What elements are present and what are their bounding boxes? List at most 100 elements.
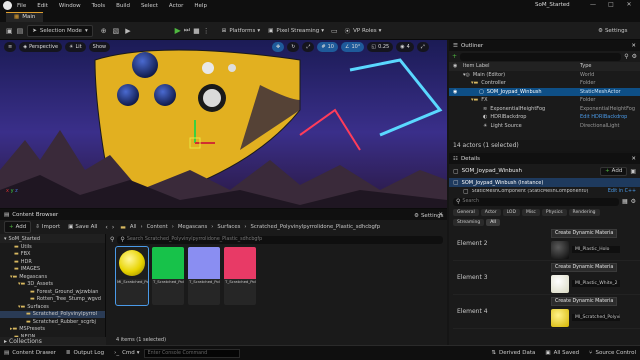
monitor-icon[interactable]: ▭ xyxy=(331,27,338,35)
grid-view-icon[interactable]: ▦ xyxy=(622,198,628,205)
breadcrumb-item[interactable]: Surfaces xyxy=(217,224,240,230)
settings-button[interactable]: ⚙ Settings xyxy=(594,25,632,37)
transform-mode-group[interactable]: ✥ xyxy=(272,42,285,52)
outliner-row[interactable]: ≋ ExponentialHeightFog ExponentialHeight… xyxy=(449,105,640,114)
blueprint-icon[interactable]: ▧ xyxy=(113,27,120,35)
tree-item-selected[interactable]: ▬ Scratched_Polyvinylpyrrol xyxy=(0,310,105,318)
asset-tile[interactable]: T_Scratched_Polyvinylpyrrol..._Plastic..… xyxy=(224,247,256,305)
tree-item[interactable]: ▾▬ Megascans xyxy=(0,273,105,281)
asset-tile[interactable]: MI_Scratched_Polyvinylpyrrol... xyxy=(115,246,149,306)
breadcrumb-item[interactable]: All xyxy=(130,224,137,230)
material-picker[interactable]: MI_Plastic_White_2 xyxy=(572,280,620,287)
unreal-logo-icon[interactable] xyxy=(3,1,12,10)
add-icon[interactable]: + xyxy=(452,53,457,60)
asset-tile[interactable]: T_Scratched_Polyvinylpyrrol..._Plastic..… xyxy=(152,247,184,305)
tree-item[interactable]: ▬ Scratched_Rubber_scgrbj xyxy=(0,318,105,326)
menu-window[interactable]: Window xyxy=(59,3,81,9)
menu-help[interactable]: Help xyxy=(194,3,207,9)
filter-general[interactable]: General xyxy=(453,208,479,216)
create-dynamic-material-button[interactable]: Create Dynamic Materia xyxy=(551,262,618,272)
material-thumbnail[interactable] xyxy=(551,240,569,259)
grid-snap-button[interactable]: # 10 xyxy=(317,42,338,52)
close-icon[interactable]: ✕ xyxy=(620,1,638,8)
outliner-search-input[interactable] xyxy=(460,52,622,61)
menu-actor[interactable]: Actor xyxy=(169,3,183,9)
filter-lod[interactable]: LOD xyxy=(502,208,520,216)
asset-tile[interactable]: T_Scratched_Polyvinylpyrrol..._Plastic..… xyxy=(188,247,220,305)
tree-item[interactable]: ▬ FBX xyxy=(0,251,105,259)
derived-data-button[interactable]: ⇅ Derived Data xyxy=(491,350,535,356)
breadcrumb-item[interactable]: Scratched_Polyvinylpyrrolidone_Plastic_s… xyxy=(251,224,381,230)
tree-item[interactable]: ▾▬ 3D_Assets xyxy=(0,281,105,289)
tree-item[interactable]: ▸▬ MSPresets xyxy=(0,326,105,334)
create-dynamic-material-button[interactable]: Create Dynamic Materia xyxy=(551,296,618,306)
menu-select[interactable]: Select xyxy=(141,3,158,9)
scale-snap-button[interactable]: ◱ 0.25 xyxy=(367,42,394,52)
menu-tools[interactable]: Tools xyxy=(92,3,106,9)
details-settings-icon[interactable]: ⚙ xyxy=(631,198,636,205)
filter-icon[interactable]: ⚲ xyxy=(624,53,628,60)
folder-icon[interactable]: ▬ xyxy=(120,224,126,231)
tree-root[interactable]: ▾ SoM_Started xyxy=(0,234,105,243)
pixel-streaming-dropdown[interactable]: ▣ Pixel Streaming ▾ xyxy=(264,25,328,37)
outliner-row[interactable]: ▾◎ Main (Editor) World xyxy=(449,71,640,80)
forward-icon[interactable]: › xyxy=(112,224,114,231)
play-icon[interactable]: ▶ xyxy=(175,26,181,35)
material-thumbnail[interactable] xyxy=(551,308,569,327)
column-type[interactable]: Type xyxy=(580,63,636,69)
component-row[interactable]: ▢ StaticMeshComponent (StaticMeshCompone… xyxy=(449,187,640,196)
console-input[interactable]: Enter Console Command xyxy=(143,348,240,358)
visibility-icon[interactable]: ◉ xyxy=(453,89,479,95)
angle-snap-button[interactable]: ∠ 10° xyxy=(341,42,365,52)
cb-settings-button[interactable]: ⚙ Settings xyxy=(410,210,448,222)
menu-edit[interactable]: Edit xyxy=(37,3,48,9)
menu-file[interactable]: File xyxy=(17,3,26,9)
rotate-tool[interactable]: ↻ xyxy=(287,42,300,52)
edit-cpp-link[interactable]: Edit in C++ xyxy=(608,189,636,194)
tree-item[interactable]: ▬ Forest_Ground_wjzwbian xyxy=(0,288,105,296)
more-icon[interactable]: ⋮ xyxy=(203,27,210,35)
material-picker[interactable]: MI_Plastic_Holo xyxy=(572,246,620,253)
content-drawer-button[interactable]: ▤ Content Drawer xyxy=(4,350,56,356)
back-icon[interactable]: ‹ xyxy=(105,224,107,231)
minimize-icon[interactable]: — xyxy=(584,1,602,8)
stop-icon[interactable]: ■ xyxy=(193,27,200,35)
outliner-row[interactable]: ☀ Light Source DirectionalLight xyxy=(449,122,640,131)
menu-build[interactable]: Build xyxy=(116,3,130,9)
filter-rendering[interactable]: Rendering xyxy=(568,208,600,216)
layout-icon[interactable]: ▣ xyxy=(630,168,636,175)
source-control-button[interactable]: ⑂ Source Control xyxy=(589,350,636,356)
create-dynamic-material-button[interactable]: Create Dynamic Materia xyxy=(551,228,618,238)
filter-physics[interactable]: Physics xyxy=(541,208,567,216)
tree-item[interactable]: ▬ Utils xyxy=(0,243,105,251)
close-icon[interactable]: ✕ xyxy=(631,43,636,49)
filter-misc[interactable]: Misc xyxy=(521,208,540,216)
tab-main[interactable]: ▦ Main xyxy=(6,11,44,22)
material-picker[interactable]: MI_Scratched_Polyvi xyxy=(572,314,620,321)
perspective-button[interactable]: ◈ Perspective xyxy=(19,42,63,52)
outliner-row-selected[interactable]: ◉ ▢ SOM_Joypad_Winbush StaticMeshActor xyxy=(449,87,640,96)
cmd-dropdown[interactable]: ›_ Cmd ▾ xyxy=(114,350,139,356)
asset-search-input[interactable]: ⚲ Search Scratched_Polyvinylpyrrolidone_… xyxy=(117,235,443,244)
selection-mode-dropdown[interactable]: ➤ Selection Mode ▾ xyxy=(27,24,93,37)
level-viewport[interactable]: ≡ ◈ Perspective ☀ Lit Show ✥ ↻ ⤢ # 10 ∠ … xyxy=(0,40,447,208)
maximize-viewport-button[interactable]: ⤢ xyxy=(416,42,429,52)
visibility-icon[interactable]: ◉ xyxy=(453,63,463,69)
tree-item[interactable]: ▬ HDR xyxy=(0,258,105,266)
scale-tool[interactable]: ⤢ xyxy=(302,42,315,52)
instance-row[interactable]: ▢ SOM_Joypad_Winbush (Instance) xyxy=(449,178,640,187)
camera-speed-button[interactable]: ◉ 4 xyxy=(396,42,414,52)
filter-icon[interactable]: ⚲ xyxy=(110,236,114,243)
column-item-label[interactable]: Item Label xyxy=(463,63,580,69)
add-button[interactable]: + Add xyxy=(4,221,32,233)
output-log-button[interactable]: ≣ Output Log xyxy=(66,350,104,356)
skip-icon[interactable]: ⏭ xyxy=(184,26,190,35)
save-icon[interactable]: ▣ xyxy=(6,27,13,35)
add-actor-icon[interactable]: ⊕ xyxy=(101,27,107,35)
outliner-settings-icon[interactable]: ⚙ xyxy=(632,53,637,60)
tree-item[interactable]: ▬ Rotten_Tree_Stump_wgvd xyxy=(0,296,105,304)
filter-streaming[interactable]: Streaming xyxy=(453,218,485,226)
modes-icon[interactable]: ▤ xyxy=(17,27,24,35)
filter-actor[interactable]: Actor xyxy=(480,208,501,216)
maximize-icon[interactable]: □ xyxy=(602,1,620,8)
